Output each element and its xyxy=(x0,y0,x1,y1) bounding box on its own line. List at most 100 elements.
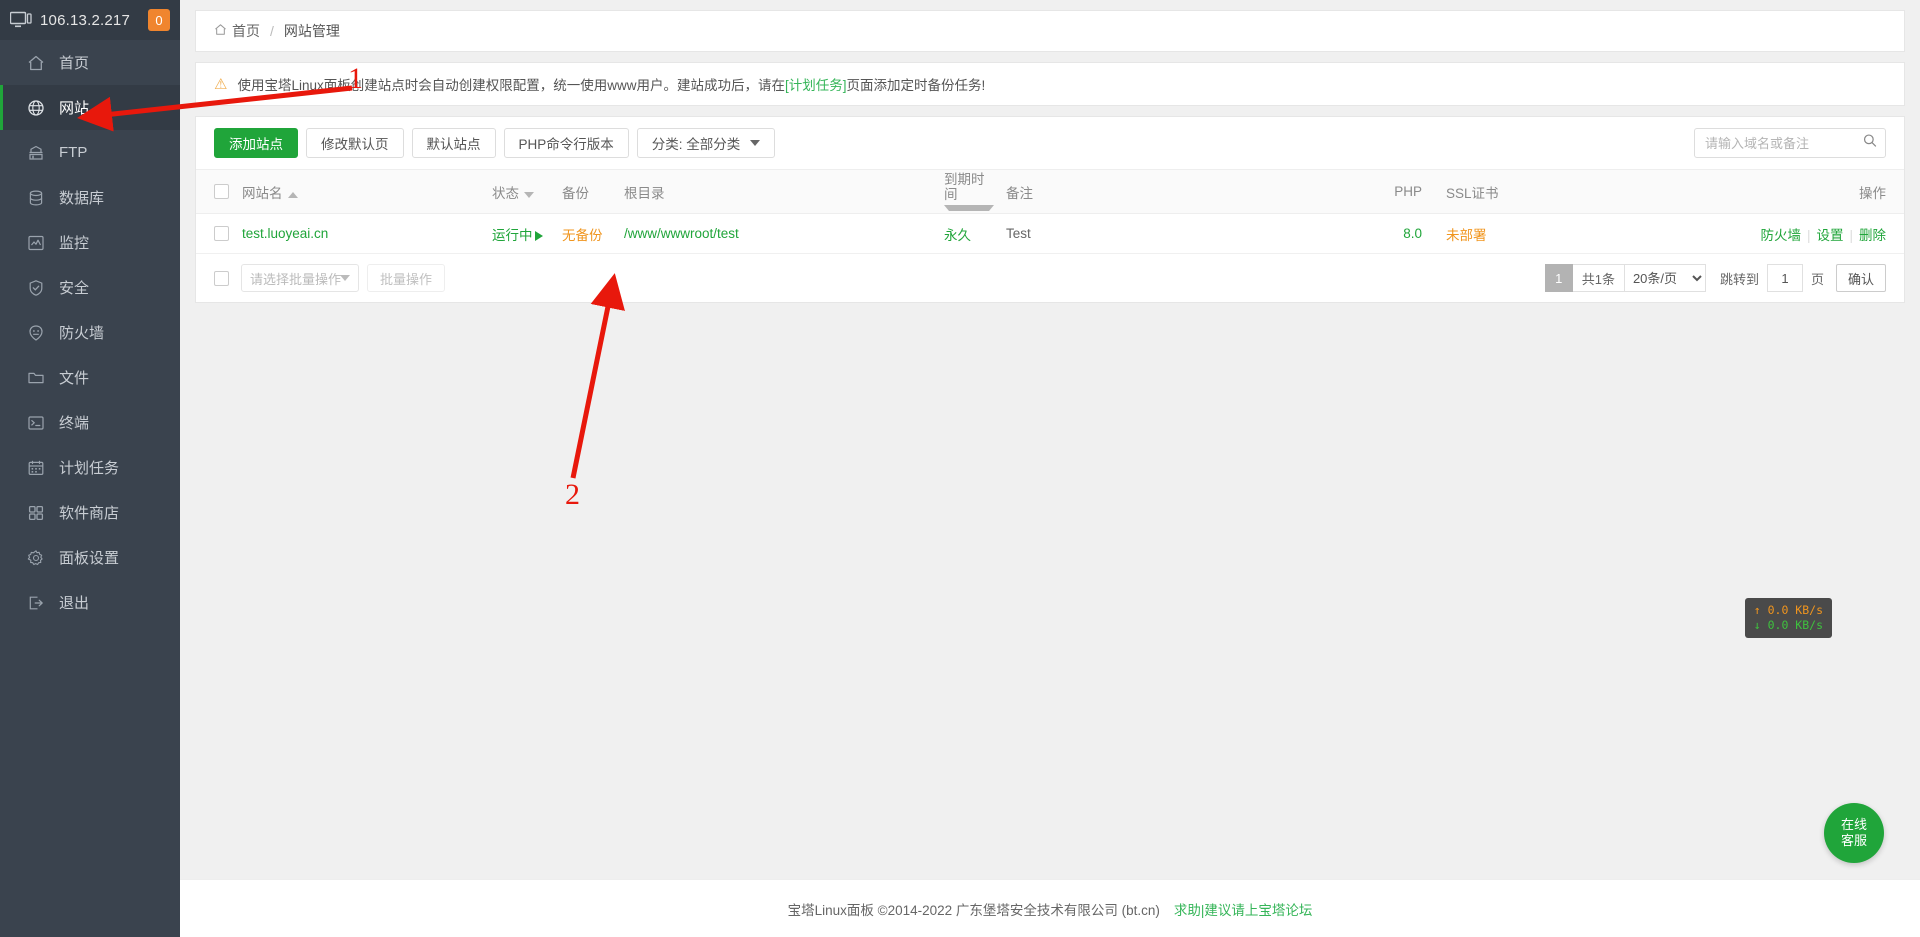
sort-asc-icon xyxy=(287,191,298,198)
th-status[interactable]: 状态 xyxy=(486,169,556,214)
globe-icon xyxy=(25,97,47,119)
sidebar-item-firewall[interactable]: 防火墙 xyxy=(0,310,180,355)
sidebar-header: 106.13.2.217 0 xyxy=(0,0,180,40)
sidebar: 106.13.2.217 0 首页 网站 FTP 数据库 监控 安全 防火墙 文… xyxy=(0,0,180,937)
batch-action-placeholder: 请选择批量操作 xyxy=(250,271,342,287)
default-site-button[interactable]: 默认站点 xyxy=(411,128,496,158)
arrow-up-icon: ↑ xyxy=(1753,603,1761,617)
row-delete-button[interactable]: 删除 xyxy=(1859,228,1886,243)
firewall-icon xyxy=(25,322,47,344)
th-root-dir: 根目录 xyxy=(618,169,938,214)
breadcrumb-separator: / xyxy=(270,23,274,39)
upload-speed-row: ↑ 0.0 KB/s xyxy=(1754,603,1823,618)
sidebar-item-terminal[interactable]: 终端 xyxy=(0,400,180,445)
notice-crontab-link[interactable]: [计划任务] xyxy=(785,74,847,94)
batch-action-select[interactable]: 请选择批量操作 xyxy=(241,264,359,292)
table-footer: 请选择批量操作 批量操作 1 共1条 10条/页20条/页50条/页100条/页… xyxy=(196,254,1904,302)
sidebar-item-home[interactable]: 首页 xyxy=(0,40,180,85)
sidebar-item-files[interactable]: 文件 xyxy=(0,355,180,400)
th-root-dir-label: 根目录 xyxy=(624,185,665,201)
total-count-label: 共1条 xyxy=(1572,264,1625,292)
th-operation-label: 操作 xyxy=(1859,185,1886,201)
select-all-checkbox[interactable] xyxy=(214,184,229,200)
sidebar-item-label: 防火墙 xyxy=(59,325,105,342)
cell-php: 8.0 xyxy=(1380,213,1428,254)
search-icon[interactable] xyxy=(1863,134,1877,153)
th-expire-time-label: 到期时间 xyxy=(944,172,985,202)
site-panel: 添加站点 修改默认页 默认站点 PHP命令行版本 分类: 全部分类 网站名 状态… xyxy=(195,116,1905,303)
breadcrumb-home[interactable]: 首页 xyxy=(232,21,260,41)
row-firewall-button[interactable]: 防火墙 xyxy=(1760,228,1801,243)
table-header-row: 网站名 状态 备份 根目录 到期时间 备注 PHP SSL证书 操作 xyxy=(196,169,1904,214)
add-site-button[interactable]: 添加站点 xyxy=(214,128,298,158)
row-settings-button[interactable]: 设置 xyxy=(1816,228,1843,243)
online-support-button[interactable]: 在线 客服 xyxy=(1824,803,1884,863)
sidebar-item-monitor[interactable]: 监控 xyxy=(0,220,180,265)
site-backup-link[interactable]: 无备份 xyxy=(562,228,603,243)
sidebar-item-security[interactable]: 安全 xyxy=(0,265,180,310)
sidebar-item-ftp[interactable]: FTP xyxy=(0,130,180,175)
row-checkbox[interactable] xyxy=(214,226,229,242)
th-ssl: SSL证书 xyxy=(1428,169,1518,214)
server-ip: 106.13.2.217 xyxy=(40,11,130,29)
category-filter-button[interactable]: 分类: 全部分类 xyxy=(636,128,776,158)
site-status-link[interactable]: 运行中 xyxy=(492,228,533,243)
sort-desc-icon xyxy=(944,205,994,211)
sidebar-item-database[interactable]: 数据库 xyxy=(0,175,180,220)
sidebar-item-crontab[interactable]: 计划任务 xyxy=(0,445,180,490)
sidebar-item-label: 软件商店 xyxy=(59,505,120,522)
pagination: 1 共1条 10条/页20条/页50条/页100条/页 跳转到 页 确认 xyxy=(1544,264,1886,292)
modify-default-page-button[interactable]: 修改默认页 xyxy=(306,128,404,158)
home-icon xyxy=(214,23,227,39)
upload-speed-value: 0.0 KB/s xyxy=(1767,603,1823,617)
th-backup-label: 备份 xyxy=(562,185,589,201)
support-line-1: 在线 xyxy=(1840,817,1867,832)
arrow-down-icon: ↓ xyxy=(1753,618,1761,632)
support-line-2: 客服 xyxy=(1840,833,1867,848)
site-table: 网站名 状态 备份 根目录 到期时间 备注 PHP SSL证书 操作 test.… xyxy=(196,169,1904,254)
footer-select-all-checkbox[interactable] xyxy=(214,270,229,286)
op-separator: | xyxy=(1806,227,1811,243)
shield-check-icon xyxy=(25,277,47,299)
cell-ssl: 未部署 xyxy=(1428,213,1518,254)
annotation-label-1: 1 xyxy=(348,62,363,95)
sidebar-item-logout[interactable]: 退出 xyxy=(0,580,180,625)
ftp-icon xyxy=(25,142,47,164)
jump-confirm-button[interactable]: 确认 xyxy=(1835,264,1886,292)
logout-icon xyxy=(25,592,47,614)
sidebar-item-website[interactable]: 网站 xyxy=(0,85,180,130)
page-footer: 宝塔Linux面板 ©2014-2022 广东堡塔安全技术有限公司 (bt.cn… xyxy=(180,879,1920,937)
th-site-name[interactable]: 网站名 xyxy=(236,169,486,214)
notice-text-before: 使用宝塔Linux面板创建站点时会自动创建权限配置，统一使用www用户。建站成功… xyxy=(237,78,785,93)
sidebar-item-app-store[interactable]: 软件商店 xyxy=(0,490,180,535)
cell-note: Test xyxy=(1000,213,1380,254)
site-root-link[interactable]: /www/wwwroot/test xyxy=(624,226,739,241)
page-number-current[interactable]: 1 xyxy=(1544,264,1573,292)
site-ssl-link[interactable]: 未部署 xyxy=(1446,228,1487,243)
site-php-link[interactable]: 8.0 xyxy=(1403,226,1422,241)
download-speed-value: 0.0 KB/s xyxy=(1767,618,1823,632)
sidebar-item-label: 退出 xyxy=(59,595,90,612)
batch-action-button[interactable]: 批量操作 xyxy=(367,264,446,292)
site-table-head: 网站名 状态 备份 根目录 到期时间 备注 PHP SSL证书 操作 xyxy=(196,169,1904,214)
forum-link[interactable]: 求助|建议请上宝塔论坛 xyxy=(1174,899,1313,919)
th-expire-time[interactable]: 到期时间 xyxy=(938,169,1000,214)
sidebar-item-panel-settings[interactable]: 面板设置 xyxy=(0,535,180,580)
th-select-all xyxy=(196,169,236,214)
play-triangle-icon xyxy=(534,230,543,241)
th-note: 备注 xyxy=(1000,169,1380,214)
search-input[interactable] xyxy=(1694,128,1886,158)
site-name-link[interactable]: test.luoyeai.cn xyxy=(242,226,328,241)
page-size-select[interactable]: 10条/页20条/页50条/页100条/页 xyxy=(1624,264,1706,292)
network-speed-widget: ↑ 0.0 KB/s ↓ 0.0 KB/s xyxy=(1744,598,1832,638)
site-expire-link[interactable]: 永久 xyxy=(944,228,971,243)
php-cli-version-button[interactable]: PHP命令行版本 xyxy=(503,128,629,158)
database-icon xyxy=(25,187,47,209)
sidebar-item-label: 文件 xyxy=(59,370,90,387)
row-checkbox-cell xyxy=(196,213,236,254)
folder-icon xyxy=(25,367,47,389)
notification-badge[interactable]: 0 xyxy=(148,9,170,31)
jump-page-input[interactable] xyxy=(1766,264,1803,292)
table-row: test.luoyeai.cn 运行中 无备份 /www/wwwroot/tes… xyxy=(196,213,1904,254)
warning-triangle-icon: ⚠ xyxy=(214,76,228,93)
